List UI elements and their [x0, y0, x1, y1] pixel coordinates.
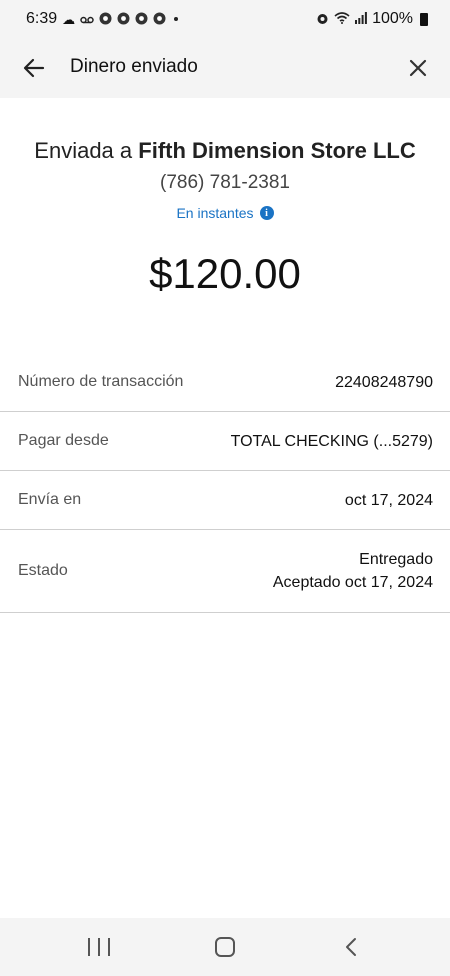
details-list: Número de transacción 22408248790 Pagar … — [0, 353, 450, 613]
recents-button[interactable] — [88, 938, 110, 956]
delivery-speed: En instantes i — [176, 205, 274, 221]
chevron-left-icon — [346, 938, 356, 956]
chrome-icon — [135, 12, 148, 27]
payment-header: Enviada a Fifth Dimension Store LLC (786… — [0, 98, 450, 223]
status-delivered: Entregado — [359, 551, 433, 568]
battery-icon — [420, 12, 428, 26]
detail-label: Pagar desde — [18, 432, 109, 449]
page-title: Dinero enviado — [70, 56, 198, 77]
close-button[interactable] — [404, 54, 432, 82]
cloud-icon: ☁ — [62, 11, 76, 27]
status-left: 6:39 ☁ — [26, 10, 179, 28]
detail-value: Entregado Aceptado oct 17, 2024 — [273, 548, 433, 594]
notification-dot-icon — [174, 17, 179, 21]
detail-row-status: Estado Entregado Aceptado oct 17, 2024 — [0, 530, 450, 613]
system-back-button[interactable] — [344, 936, 358, 958]
delivery-speed-label: En instantes — [176, 205, 254, 221]
chrome-icon — [117, 12, 130, 27]
status-right: 100% — [316, 10, 428, 28]
recipient-name: Fifth Dimension Store LLC — [138, 138, 416, 163]
detail-label: Envía en — [18, 491, 82, 508]
detail-row-transaction: Número de transacción 22408248790 — [0, 353, 450, 412]
signal-icon — [355, 12, 367, 26]
sent-to-prefix: Enviada a — [34, 138, 133, 163]
recipient-phone: (786) 781-2381 — [160, 172, 290, 193]
chrome-icon — [99, 12, 112, 27]
detail-label: Número de transacción — [18, 373, 184, 390]
alarm-icon — [316, 12, 329, 27]
wifi-icon — [334, 12, 350, 26]
close-icon — [409, 59, 427, 77]
app-bar: Dinero enviado — [0, 38, 450, 98]
detail-value: TOTAL CHECKING (...5279) — [230, 432, 433, 450]
detail-value: oct 17, 2024 — [344, 491, 433, 509]
back-button[interactable] — [20, 54, 48, 82]
status-time: 6:39 — [26, 10, 58, 27]
chrome-icon — [153, 12, 166, 27]
arrow-left-icon — [23, 58, 45, 78]
recipient-line: Enviada a Fifth Dimension Store LLC — [0, 138, 450, 164]
amount: $120.00 — [149, 250, 301, 297]
battery-percent: 100% — [372, 10, 413, 27]
status-accepted-date: Aceptado oct 17, 2024 — [272, 574, 433, 591]
info-icon[interactable]: i — [259, 206, 274, 220]
voicemail-icon — [80, 13, 94, 26]
detail-row-pay-from: Pagar desde TOTAL CHECKING (...5279) — [0, 412, 450, 471]
detail-row-send-on: Envía en oct 17, 2024 — [0, 471, 450, 530]
status-bar: 6:39 ☁ 100% — [0, 0, 450, 38]
detail-label: Estado — [18, 562, 68, 579]
detail-value: 22408248790 — [335, 373, 433, 391]
home-button[interactable] — [215, 937, 235, 957]
system-nav-bar — [0, 918, 450, 976]
